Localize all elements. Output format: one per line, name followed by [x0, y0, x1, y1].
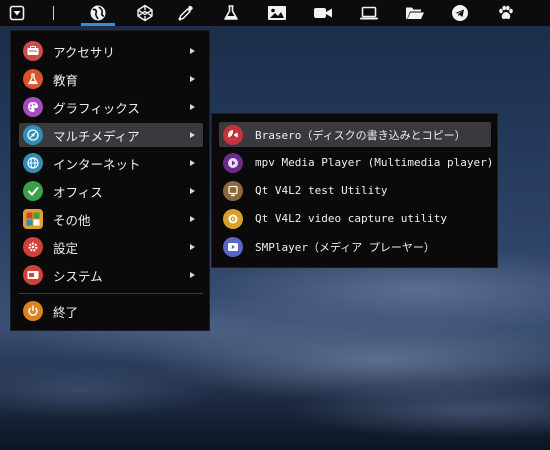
menu-item-system[interactable]: システム: [19, 263, 203, 287]
submenu-item-label: mpv Media Player (Multimedia player): [255, 156, 494, 169]
qt-v4l2-capture-icon: [223, 208, 243, 229]
office-check-icon: [23, 181, 43, 201]
application-menu: アクセサリ 教育 グラフィックス マルチメディア インターネット オフィス その…: [10, 30, 210, 331]
globe-icon: [90, 5, 106, 21]
menu-item-accessories[interactable]: アクセサリ: [19, 39, 203, 63]
multimedia-icon: [23, 125, 43, 145]
system-icon: [23, 265, 43, 285]
submenu-arrow-icon: [190, 188, 195, 194]
submenu-arrow-icon: [190, 272, 195, 278]
pets-button[interactable]: [489, 0, 523, 26]
submenu-item-label: Qt V4L2 video capture utility: [255, 212, 448, 225]
submenu-arrow-icon: [190, 244, 195, 250]
top-panel: [0, 0, 550, 26]
submenu-item-brasero[interactable]: Brasero（ディスクの書き込みとコピー）: [219, 122, 491, 147]
submenu-item-label: Qt V4L2 test Utility: [255, 184, 388, 197]
menu-item-label: グラフィックス: [53, 100, 140, 116]
qt-v4l2-test-icon: [223, 180, 243, 201]
submenu-item-qt-v4l2-capture[interactable]: Qt V4L2 video capture utility: [219, 206, 491, 231]
menu-item-exit[interactable]: 終了: [19, 299, 203, 323]
submenu-item-label: SMPlayer（メディア プレーヤー）: [255, 240, 435, 254]
panel-separator: [53, 6, 54, 20]
education-flask-icon: [23, 69, 43, 89]
settings-gear-icon: [23, 237, 43, 257]
menu-item-graphics[interactable]: グラフィックス: [19, 95, 203, 119]
menu-item-label: 教育: [53, 72, 79, 88]
image-viewer-button[interactable]: [260, 0, 294, 26]
submenu-arrow-icon: [190, 216, 195, 222]
menu-item-label: その他: [53, 212, 91, 228]
menu-item-label: オフィス: [53, 184, 103, 200]
menu-separator: [19, 293, 203, 294]
menu-item-label: アクセサリ: [53, 44, 115, 60]
submenu-item-mpv[interactable]: mpv Media Player (Multimedia player): [219, 150, 494, 175]
video-button[interactable]: [306, 0, 340, 26]
submenu-arrow-icon: [190, 76, 195, 82]
submenu-item-smplayer[interactable]: SMPlayer（メディア プレーヤー）: [219, 234, 491, 259]
flask-icon: [224, 5, 238, 20]
internet-globe-icon: [23, 153, 43, 173]
image-icon: [268, 6, 286, 20]
menu-item-label: 設定: [53, 240, 79, 256]
folder-open-icon: [406, 7, 424, 19]
graphics-palette-icon: [23, 97, 43, 117]
laptop-icon: [360, 6, 378, 20]
accessories-icon: [23, 41, 43, 61]
menu-item-settings[interactable]: 設定: [19, 235, 203, 259]
menu-button[interactable]: [0, 0, 34, 26]
submenu-arrow-icon: [190, 160, 195, 166]
submenu-item-qt-v4l2-test[interactable]: Qt V4L2 test Utility: [219, 178, 491, 203]
menu-item-multimedia[interactable]: マルチメディア: [19, 123, 203, 147]
menu-item-label: インターネット: [53, 156, 141, 172]
menu-item-internet[interactable]: インターネット: [19, 151, 203, 175]
active-indicator: [81, 23, 115, 26]
brasero-icon: [223, 124, 243, 145]
menu-item-label: マルチメディア: [53, 128, 140, 144]
paw-icon: [499, 5, 513, 19]
multimedia-submenu: Brasero（ディスクの書き込みとコピー） mpv Media Player …: [211, 113, 498, 268]
mpv-icon: [223, 152, 243, 173]
menu-triangle-icon: [9, 5, 25, 21]
menu-item-office[interactable]: オフィス: [19, 179, 203, 203]
smplayer-icon: [223, 236, 243, 257]
science-button[interactable]: [214, 0, 248, 26]
submenu-item-label: Brasero（ディスクの書き込みとコピー）: [255, 128, 466, 142]
video-camera-icon: [314, 8, 332, 18]
menu-item-education[interactable]: 教育: [19, 67, 203, 91]
submenu-arrow-icon: [190, 48, 195, 54]
file-manager-button[interactable]: [398, 0, 432, 26]
other-grid-icon: [23, 209, 43, 229]
telegram-button[interactable]: [443, 0, 477, 26]
submenu-arrow-icon: [190, 104, 195, 110]
menu-item-other[interactable]: その他: [19, 207, 203, 231]
menu-item-label: システム: [53, 268, 103, 284]
codepen-icon: [137, 4, 153, 22]
telegram-icon: [452, 5, 468, 21]
eyedropper-icon: [178, 5, 193, 21]
color-picker-button[interactable]: [169, 0, 203, 26]
codepen-button[interactable]: [128, 0, 162, 26]
terminal-button[interactable]: [352, 0, 386, 26]
exit-label: 終了: [53, 304, 79, 320]
exit-power-icon: [23, 301, 43, 321]
submenu-arrow-icon: [190, 132, 195, 138]
